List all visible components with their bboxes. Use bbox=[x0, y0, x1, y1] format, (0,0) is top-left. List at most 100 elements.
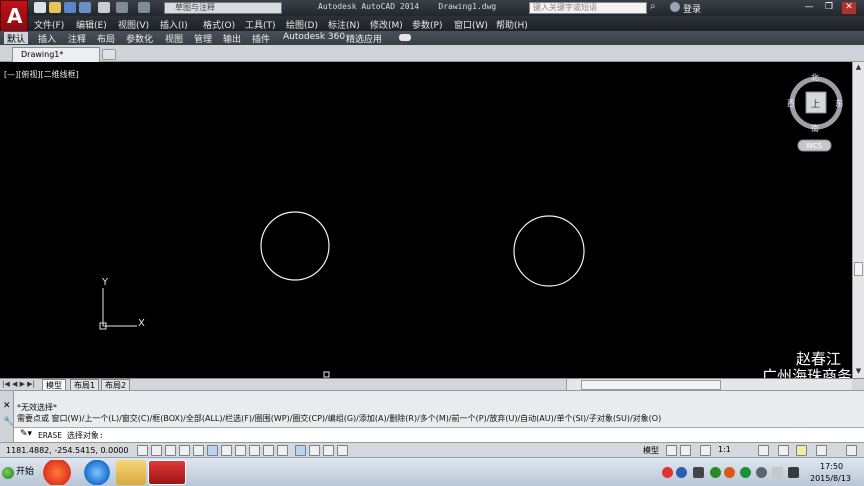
workspace-switch-icon[interactable] bbox=[758, 445, 769, 456]
menu-insert[interactable]: 插入(I) bbox=[160, 18, 188, 31]
viewcube-north[interactable]: 北 bbox=[811, 72, 819, 83]
start-button[interactable]: 开始 bbox=[0, 460, 34, 485]
undo-icon[interactable] bbox=[116, 2, 128, 13]
menu-file[interactable]: 文件(F) bbox=[34, 18, 64, 31]
viewcube-south[interactable]: 南 bbox=[811, 123, 819, 134]
annotation-scale-icon[interactable] bbox=[700, 445, 711, 456]
menu-help[interactable]: 帮助(H) bbox=[496, 18, 528, 31]
volume-icon[interactable] bbox=[756, 467, 767, 478]
grid-toggle[interactable] bbox=[165, 445, 176, 456]
model-space-toggle[interactable]: 模型 bbox=[643, 445, 659, 456]
tab-featured-apps[interactable]: 精选应用 bbox=[346, 32, 382, 45]
document-tab[interactable]: Drawing1* bbox=[12, 47, 100, 62]
tab-output[interactable]: 输出 bbox=[223, 32, 241, 45]
wcs-menu[interactable]: WCS bbox=[806, 142, 822, 150]
login-button[interactable]: 登录 bbox=[683, 2, 701, 15]
autocad-logo[interactable]: A bbox=[0, 0, 28, 32]
workspace-select[interactable]: 草图与注释 bbox=[164, 2, 282, 14]
tab-layout[interactable]: 布局 bbox=[97, 32, 115, 45]
quick-properties-toggle[interactable] bbox=[309, 445, 320, 456]
quick-view-layouts[interactable] bbox=[666, 445, 677, 456]
search-input[interactable]: 键入关键字或短语 bbox=[529, 2, 647, 14]
tab-manage[interactable]: 管理 bbox=[194, 32, 212, 45]
isolate-objects-icon[interactable] bbox=[816, 445, 827, 456]
drawing-canvas[interactable]: [—][俯视][二维线框] Y X 北 南 西 东 上 WCS 赵春江 广州海珠… bbox=[0, 62, 852, 385]
menu-view[interactable]: 视图(V) bbox=[118, 18, 149, 31]
coordinate-readout[interactable]: 1181.4882, -254.5415, 0.0000 bbox=[6, 446, 128, 455]
restore-button[interactable]: ❐ bbox=[822, 2, 836, 14]
command-input[interactable]: ERASE 选择对象: bbox=[38, 430, 104, 441]
ducs-toggle[interactable] bbox=[249, 445, 260, 456]
tab-autodesk-360[interactable]: Autodesk 360 bbox=[283, 32, 345, 42]
menu-modify[interactable]: 修改(M) bbox=[370, 18, 403, 31]
display-icon[interactable] bbox=[788, 467, 799, 478]
menu-parametric[interactable]: 参数(P) bbox=[412, 18, 442, 31]
tab-parametric[interactable]: 参数化 bbox=[126, 32, 153, 45]
language-icon[interactable] bbox=[662, 467, 673, 478]
tab-default[interactable]: 默认 bbox=[4, 32, 29, 45]
annotation-monitor-toggle[interactable] bbox=[337, 445, 348, 456]
internet-explorer-icon[interactable] bbox=[78, 460, 116, 485]
search-icon[interactable]: ⌕ bbox=[650, 1, 656, 12]
autocad-taskbar-icon[interactable] bbox=[148, 460, 186, 485]
menu-edit[interactable]: 编辑(E) bbox=[76, 18, 107, 31]
dyn-toggle[interactable] bbox=[263, 445, 274, 456]
ortho-toggle[interactable] bbox=[179, 445, 190, 456]
scroll-down-icon[interactable]: ▼ bbox=[853, 366, 864, 377]
transparency-toggle[interactable] bbox=[295, 445, 306, 456]
minimize-button[interactable]: — bbox=[802, 2, 816, 14]
menu-dimension[interactable]: 标注(N) bbox=[328, 18, 360, 31]
help-icon[interactable] bbox=[676, 467, 687, 478]
viewcube-top-face[interactable]: 上 bbox=[811, 97, 820, 110]
update-icon[interactable] bbox=[740, 467, 751, 478]
osnap-toggle[interactable] bbox=[207, 445, 218, 456]
close-command-icon[interactable]: ✕ bbox=[3, 401, 11, 411]
viewcube-west[interactable]: 西 bbox=[787, 98, 795, 109]
viewcube-east[interactable]: 东 bbox=[835, 98, 843, 109]
menu-format[interactable]: 格式(O) bbox=[203, 18, 235, 31]
quick-view-drawings[interactable] bbox=[680, 445, 691, 456]
tab-annotate[interactable]: 注释 bbox=[68, 32, 86, 45]
lineweight-toggle[interactable] bbox=[277, 445, 288, 456]
tab-plugins[interactable]: 插件 bbox=[252, 32, 270, 45]
hscroll-thumb[interactable] bbox=[581, 380, 721, 390]
3d-osnap-toggle[interactable] bbox=[221, 445, 232, 456]
network-icon[interactable] bbox=[710, 467, 721, 478]
menu-tools[interactable]: 工具(T) bbox=[245, 18, 276, 31]
scroll-thumb[interactable] bbox=[854, 262, 863, 276]
scroll-up-icon[interactable]: ▲ bbox=[853, 62, 864, 73]
infer-constraints-toggle[interactable] bbox=[137, 445, 148, 456]
security-icon[interactable] bbox=[724, 467, 735, 478]
tab-insert[interactable]: 插入 bbox=[38, 32, 56, 45]
close-button[interactable]: ✕ bbox=[842, 2, 856, 14]
hardware-acceleration-icon[interactable] bbox=[796, 445, 807, 456]
file-explorer-icon[interactable] bbox=[116, 460, 146, 485]
print-icon[interactable] bbox=[98, 2, 110, 13]
ribbon-toggle-icon[interactable] bbox=[399, 34, 411, 41]
command-input-row[interactable]: ✎▾ ERASE 选择对象: bbox=[14, 427, 864, 442]
menu-draw[interactable]: 绘图(D) bbox=[286, 18, 318, 31]
keyboard-icon[interactable] bbox=[693, 467, 704, 478]
user-icon[interactable] bbox=[670, 2, 680, 12]
layout-nav-icons[interactable]: |◀ ◀ ▶ ▶| bbox=[2, 380, 35, 388]
otrack-toggle[interactable] bbox=[235, 445, 246, 456]
menu-window[interactable]: 窗口(W) bbox=[454, 18, 488, 31]
new-icon[interactable] bbox=[34, 2, 46, 13]
open-icon[interactable] bbox=[49, 2, 61, 13]
save-icon[interactable] bbox=[64, 2, 76, 13]
flag-icon[interactable] bbox=[772, 467, 783, 478]
snap-toggle[interactable] bbox=[151, 445, 162, 456]
clock-time[interactable]: 17:50 bbox=[820, 462, 843, 471]
media-app-icon[interactable] bbox=[38, 460, 76, 485]
command-window-handle[interactable]: ✕ 🔧 bbox=[0, 391, 14, 443]
saveas-icon[interactable] bbox=[79, 2, 91, 13]
clock-date[interactable]: 2015/8/13 bbox=[810, 474, 851, 483]
selection-cycling-toggle[interactable] bbox=[323, 445, 334, 456]
customize-icon[interactable]: 🔧 bbox=[3, 417, 14, 427]
redo-icon[interactable] bbox=[138, 2, 150, 13]
new-tab-button[interactable] bbox=[102, 49, 116, 60]
tab-view[interactable]: 视图 bbox=[165, 32, 183, 45]
clean-screen-icon[interactable] bbox=[846, 445, 857, 456]
vertical-scrollbar[interactable]: ▲ ▼ bbox=[852, 62, 864, 378]
lock-ui-icon[interactable] bbox=[778, 445, 789, 456]
